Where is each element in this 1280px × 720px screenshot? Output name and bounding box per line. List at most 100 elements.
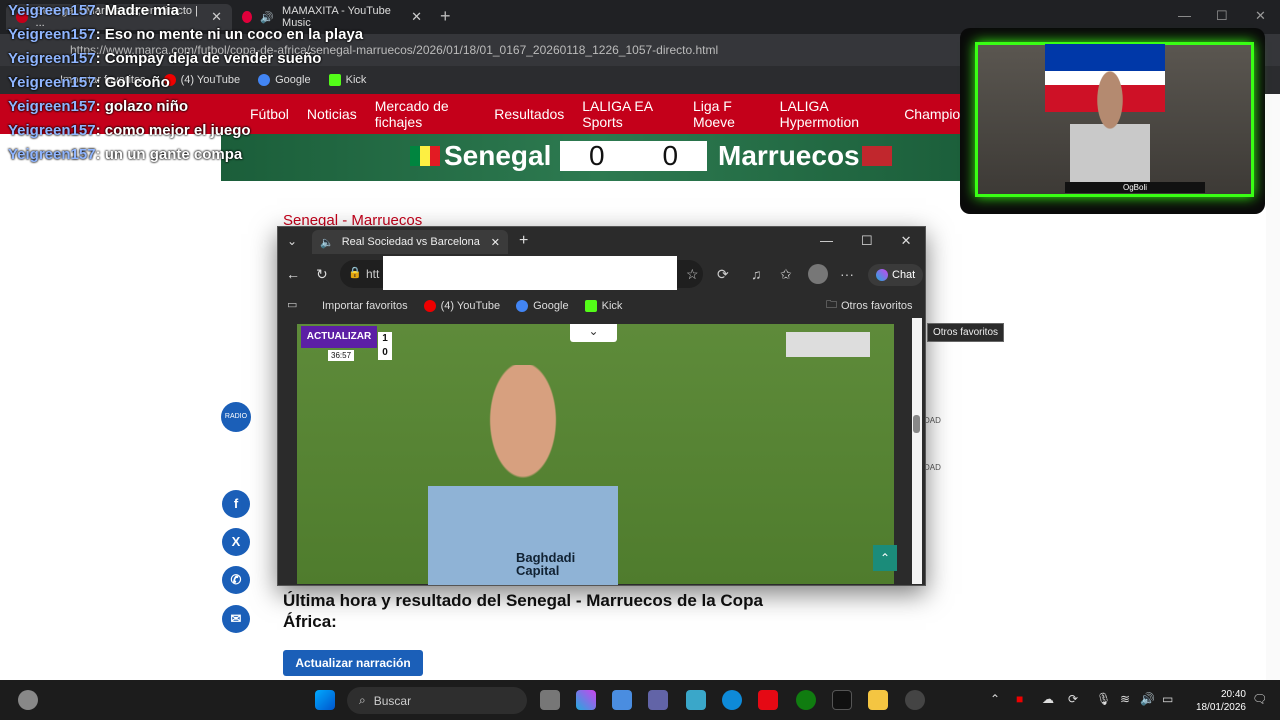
radio-marca-icon[interactable]: RADIO MARCA <box>221 402 251 450</box>
google-icon <box>258 74 271 86</box>
bookmark-google[interactable]: Google <box>258 74 311 86</box>
file-explorer-icon[interactable] <box>868 690 888 710</box>
nav-noticias[interactable]: Noticias <box>307 106 357 122</box>
teams-icon[interactable] <box>648 690 668 710</box>
reload-icon[interactable]: ↻ <box>316 266 328 283</box>
page-scrollbar[interactable] <box>1266 94 1280 680</box>
chat-message: Yeigreen157: como mejor el juego <box>8 122 251 139</box>
extensions-icon[interactable]: ⟳ <box>717 266 729 283</box>
google-icon <box>516 300 529 312</box>
tooltip: Otros favoritos <box>927 323 1005 342</box>
email-icon[interactable]: ✉ <box>222 605 250 633</box>
profile-avatar[interactable] <box>808 264 828 284</box>
copilot-chat-button[interactable]: Chat <box>868 264 924 286</box>
update-narration-button[interactable]: Actualizar narración <box>283 650 423 676</box>
kick-icon <box>328 74 341 86</box>
bookmark-import[interactable]: Importar favoritos <box>322 300 408 312</box>
away-goals: 0 <box>662 140 679 171</box>
home-team: Senegal <box>444 140 552 171</box>
snipping-icon[interactable] <box>686 690 706 710</box>
microphone-icon[interactable]: 🎙 <box>1096 692 1111 706</box>
popup-scrollbar[interactable] <box>912 318 922 584</box>
task-view-icon[interactable] <box>540 690 560 710</box>
tray-chevron-icon[interactable]: ⌃ <box>990 692 1000 706</box>
goals-away: 0 <box>382 347 388 358</box>
goals-home: 1 <box>382 333 388 344</box>
chat-message: Yeigreen157: Eso no mente ni un coco en … <box>8 26 364 43</box>
nav-futbol[interactable]: Fútbol <box>250 106 289 122</box>
new-tab-button[interactable]: + <box>519 232 528 250</box>
tray-sync-icon[interactable]: ⟳ <box>1068 692 1078 706</box>
x-twitter-icon[interactable]: X <box>222 528 250 556</box>
store-icon[interactable] <box>612 690 632 710</box>
clock-date: 18/01/2026 <box>1195 702 1246 713</box>
more-icon[interactable]: ··· <box>840 266 854 282</box>
new-tab-button[interactable]: + <box>440 6 451 27</box>
nav-mercado[interactable]: Mercado de fichajes <box>375 98 477 130</box>
match-goals: 1 0 <box>378 332 392 360</box>
nav-resultados[interactable]: Resultados <box>494 106 564 122</box>
other-favorites-button[interactable]: 🗀 Otros favoritos <box>826 296 913 315</box>
obs-icon[interactable] <box>905 690 925 710</box>
nav-ligaf[interactable]: Liga F Moeve <box>693 98 762 130</box>
copilot-icon[interactable] <box>576 690 596 710</box>
xbox-icon[interactable] <box>796 690 816 710</box>
bookmark-youtube[interactable]: (4) YouTube <box>163 74 240 86</box>
tray-app-icon[interactable]: ☁ <box>1042 692 1054 706</box>
windows-start-icon[interactable] <box>315 690 335 710</box>
close-window-icon[interactable]: ✕ <box>1255 8 1266 24</box>
minimize-icon[interactable]: — <box>1178 8 1191 23</box>
bookmark-kick[interactable]: Kick <box>328 74 366 86</box>
kick-icon <box>584 300 597 312</box>
media-icon[interactable]: ♫ <box>751 266 762 282</box>
bookmark-youtube[interactable]: (4) YouTube <box>423 300 500 312</box>
home-goals: 0 <box>588 140 605 171</box>
chevron-down-icon[interactable]: ⌄ <box>570 324 617 342</box>
facebook-icon[interactable]: f <box>222 490 250 518</box>
scrollbar-thumb[interactable] <box>913 415 920 433</box>
nav-laliga[interactable]: LALIGA EA Sports <box>582 98 675 130</box>
marca-tray-icon[interactable]: ■ <box>1016 692 1023 706</box>
bookmark-google[interactable]: Google <box>516 300 569 312</box>
volume-icon[interactable]: 🔊 <box>1140 692 1155 706</box>
close-window-icon[interactable]: ✕ <box>901 233 912 249</box>
lock-icon: 🔒 <box>348 267 362 279</box>
close-tab-icon[interactable]: ✕ <box>491 236 500 249</box>
edge-icon[interactable] <box>722 690 742 710</box>
tiktok-icon[interactable] <box>832 690 852 710</box>
popup-tab[interactable]: 🔈 Real Sociedad vs Barcelona ✕ <box>312 230 508 254</box>
sponsor-text: Baghdadi Capital <box>516 550 576 578</box>
youtube-icon <box>423 300 436 312</box>
netflix-icon[interactable] <box>758 690 778 710</box>
back-icon[interactable]: ← <box>286 266 300 282</box>
score-box: 0 0 <box>560 140 707 171</box>
whatsapp-icon[interactable]: ✆ <box>222 566 250 594</box>
wifi-icon[interactable]: ≋ <box>1120 692 1130 706</box>
search-icon: ⌕ <box>359 693 366 707</box>
speaker-icon: 🔊 <box>260 11 275 24</box>
star-icon[interactable]: ☆ <box>686 266 699 283</box>
tab-list-chevron-icon[interactable]: ⌄ <box>287 234 297 248</box>
close-tab-icon[interactable]: ✕ <box>411 9 422 25</box>
streamer-name: OgBoli <box>1065 182 1205 193</box>
notifications-icon[interactable]: 🗨 <box>1252 692 1267 706</box>
article-headline: Última hora y resultado del Senegal - Ma… <box>283 591 763 631</box>
bookmark-kick[interactable]: Kick <box>584 300 622 312</box>
scroll-up-button[interactable]: ⌃ <box>873 545 897 571</box>
maximize-icon[interactable]: ☐ <box>861 233 873 249</box>
clock-time: 20:40 <box>1220 689 1246 700</box>
player-image: Baghdadi Capital <box>428 365 618 585</box>
clock[interactable]: 20:40 18/01/2026 <box>1190 688 1246 714</box>
actualizar-badge[interactable]: ACTUALIZAR <box>301 326 377 348</box>
popup-window-controls: — ☐ ✕ <box>820 233 912 249</box>
weather-icon[interactable] <box>18 690 38 710</box>
battery-icon[interactable]: ▭ <box>1162 692 1173 706</box>
close-tab-icon[interactable]: ✕ <box>211 9 222 25</box>
taskbar-search[interactable]: ⌕ Buscar <box>347 687 527 714</box>
chat-message: Yeigreen157: Madre mia <box>8 2 179 19</box>
senegal-flag-icon <box>410 146 440 166</box>
nav-hypermotion[interactable]: LALIGA Hypermotion <box>780 98 887 130</box>
favorites-icon[interactable]: ✩ <box>780 266 792 283</box>
minimize-icon[interactable]: — <box>820 233 833 249</box>
maximize-icon[interactable]: ☐ <box>1216 8 1228 24</box>
